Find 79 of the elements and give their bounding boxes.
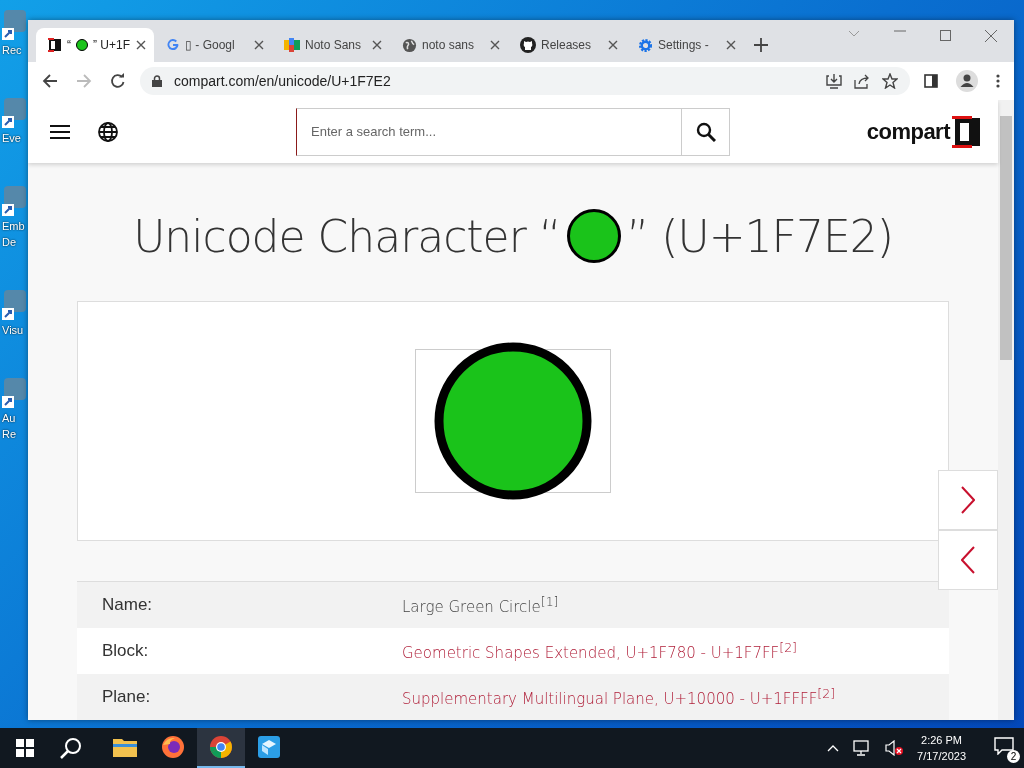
scrollbar[interactable] [998, 100, 1014, 720]
shortcut-icon[interactable] [2, 10, 28, 40]
browser-tab[interactable]: ▯ - Googl [154, 28, 272, 62]
tab-title: Settings - [658, 38, 709, 52]
tab-title: “ [67, 38, 71, 52]
desktop-icon-label[interactable]: Au Re [2, 410, 17, 442]
previous-button[interactable] [938, 530, 998, 590]
circle-icon [76, 39, 88, 51]
shortcut-icon[interactable] [2, 378, 28, 408]
property-label: Name: [101, 595, 154, 615]
cube-icon [258, 736, 280, 758]
g-icon [166, 38, 180, 52]
close-icon[interactable] [608, 40, 618, 50]
circle-icon [566, 209, 621, 263]
menu-icon[interactable] [50, 124, 70, 139]
back-icon[interactable] [42, 74, 58, 88]
tab-title: noto sans [422, 38, 475, 52]
page-heading: Unicode Character “ [133, 210, 561, 262]
star-icon[interactable] [882, 73, 898, 89]
tab-title: ▯ - Googl [185, 38, 235, 52]
settings-icon [638, 37, 653, 53]
menu-dots-icon[interactable] [996, 74, 1000, 88]
desktop-icon-label[interactable]: Visu [2, 322, 24, 338]
property-link[interactable]: Geometric Shapes Extended, U+1F780 - U+1F7FF$^{[2]}$ [402, 640, 797, 662]
site-logo-text[interactable]: compart [866, 118, 950, 145]
install-icon[interactable] [826, 73, 842, 89]
tab-title: Noto Sans [305, 38, 362, 52]
close-icon[interactable] [254, 40, 264, 50]
logo-icon[interactable] [952, 115, 980, 148]
chevron-left-icon [961, 546, 975, 574]
chevron-up-icon[interactable] [827, 744, 840, 752]
tab-title: Releases [541, 38, 592, 52]
search-icon[interactable] [60, 737, 82, 759]
colorful-icon [284, 38, 300, 52]
share-icon[interactable] [854, 73, 870, 89]
shortcut-icon[interactable] [2, 186, 28, 216]
property-label: Plane: [101, 687, 152, 707]
shortcut-icon[interactable] [2, 290, 28, 320]
close-icon[interactable] [726, 40, 736, 50]
search-button[interactable] [682, 107, 730, 156]
lock-icon [152, 75, 162, 87]
shortcut-icon[interactable] [2, 98, 28, 128]
chevron-right-icon [961, 486, 975, 514]
new-tab-icon[interactable] [754, 38, 768, 52]
maximize-icon[interactable] [940, 30, 951, 41]
logo-icon [48, 38, 62, 52]
browser-tab[interactable]: Releases [508, 28, 626, 62]
reload-icon[interactable] [110, 73, 126, 89]
close-icon[interactable] [490, 40, 500, 50]
firefox-icon [161, 735, 185, 759]
chrome-icon [209, 735, 233, 759]
cat-icon [520, 37, 536, 53]
network-icon[interactable] [853, 740, 872, 756]
muted-speaker-icon[interactable] [885, 740, 904, 756]
browser-tab[interactable]: “ ” U+1F [36, 28, 154, 62]
clock-time[interactable]: 2:26 PM [921, 732, 962, 748]
close-icon[interactable] [985, 30, 997, 42]
browser-tab[interactable]: Settings - [626, 28, 744, 62]
property-link[interactable]: Supplementary Multilingual Plane, U+10000 - U+1FFFF$^{[2]}$ [402, 686, 836, 708]
close-icon[interactable] [136, 40, 146, 50]
tab-title: ” U+1F [93, 38, 130, 52]
scrollbar-thumb[interactable] [1000, 116, 1012, 360]
folder-icon [113, 737, 137, 757]
browser-tab[interactable]: noto sans [390, 28, 508, 62]
windows-start-icon[interactable] [16, 739, 34, 757]
profile-icon[interactable] [956, 70, 978, 92]
side-panel-icon[interactable] [924, 74, 938, 88]
browser-tab[interactable]: Noto Sans [272, 28, 390, 62]
close-icon[interactable] [372, 40, 382, 50]
property-value: Large Green Circle$^{[1]}$ [402, 594, 559, 616]
search-field[interactable]: Enter a search term... [296, 107, 682, 156]
page-heading: ” (U+1F7E2) [626, 210, 893, 262]
taskbar-app[interactable] [197, 728, 245, 768]
property-label: Block: [101, 641, 150, 661]
clock-date[interactable]: 7/17/2023 [917, 748, 966, 764]
search-icon [695, 121, 716, 142]
address-bar[interactable]: compart.com/en/unicode/U+1F7E2 [140, 67, 910, 95]
url-text: compart.com/en/unicode/U+1F7E2 [174, 73, 391, 89]
notification-count: 2 [1007, 750, 1020, 763]
